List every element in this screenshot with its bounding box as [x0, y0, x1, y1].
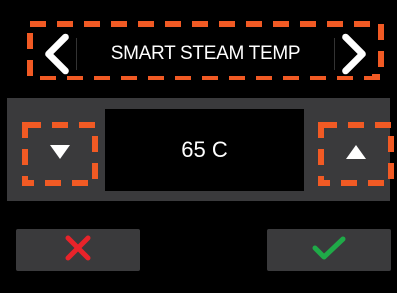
triangle-down-icon [49, 144, 71, 164]
next-setting-button[interactable] [336, 32, 372, 76]
selector-bar: SMART STEAM TEMP [39, 32, 372, 76]
value-display: 65 C [105, 109, 304, 191]
confirm-button[interactable] [267, 229, 391, 271]
triangle-up-icon [345, 144, 367, 164]
divider [334, 38, 335, 70]
decrease-button[interactable] [22, 122, 98, 186]
value-panel: 65 C [7, 98, 394, 201]
screen: SMART STEAM TEMP 65 C [0, 0, 397, 293]
setting-title: SMART STEAM TEMP [110, 43, 301, 64]
current-value: 65 C [181, 137, 228, 162]
setting-selector: SMART STEAM TEMP [27, 21, 384, 80]
close-icon [65, 235, 91, 265]
prev-setting-button[interactable] [39, 32, 75, 76]
check-icon [312, 236, 346, 264]
cancel-button[interactable] [16, 229, 140, 271]
increase-button[interactable] [318, 122, 394, 186]
divider [76, 38, 77, 70]
